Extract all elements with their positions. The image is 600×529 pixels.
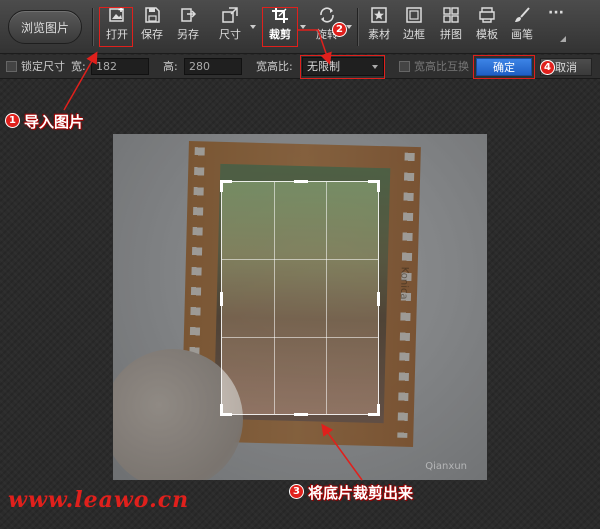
save-as-button[interactable]: 另存: [170, 6, 206, 48]
highlight-confirm: [473, 55, 535, 79]
lock-size-label: 锁定尺寸: [21, 60, 65, 73]
brush-button[interactable]: 画笔: [504, 6, 540, 48]
swap-ratio-checkbox[interactable]: [399, 61, 410, 72]
save-as-label: 另存: [177, 28, 199, 41]
crop-grid-line: [222, 259, 378, 261]
frame-icon: [406, 7, 422, 23]
crop-handle-top-right[interactable]: [368, 180, 380, 192]
height-input[interactable]: [184, 58, 242, 75]
toolbar-separator: [357, 8, 358, 46]
crop-mask-right: [379, 134, 487, 480]
step-4-badge: 4: [540, 60, 555, 75]
resize-icon: [222, 7, 238, 23]
crop-handle-left[interactable]: [220, 292, 223, 306]
more-label: ···: [548, 5, 564, 21]
crop-dropdown-arrow[interactable]: [300, 25, 306, 29]
step-2-badge: 2: [332, 22, 347, 37]
width-input[interactable]: [91, 58, 149, 75]
width-label: 宽:: [71, 60, 86, 73]
highlight-crop: [262, 7, 298, 47]
material-button[interactable]: 素材: [361, 6, 397, 48]
save-as-icon: [181, 8, 197, 22]
crop-mask-top: [221, 134, 379, 181]
crop-handle-right[interactable]: [377, 292, 380, 306]
crop-handle-top-left[interactable]: [220, 180, 232, 192]
crop-grid-line: [325, 182, 327, 414]
crop-handle-bottom-right[interactable]: [368, 404, 380, 416]
brush-label: 画笔: [511, 28, 533, 41]
save-icon: [145, 7, 160, 23]
highlight-open: [99, 7, 133, 47]
photo-watermark: Qianxun: [425, 461, 467, 472]
collage-label: 拼图: [440, 28, 462, 41]
save-label: 保存: [141, 28, 163, 41]
step-3-text: 将底片裁剪出来: [308, 484, 414, 502]
crop-handle-bottom-left[interactable]: [220, 404, 232, 416]
crop-mask-left: [113, 134, 221, 480]
template-icon: [479, 7, 495, 23]
step-1-text: 导入图片: [24, 113, 85, 131]
crop-mask-bottom: [221, 415, 379, 480]
border-button[interactable]: 边框: [396, 6, 432, 48]
lock-size-checkbox[interactable]: [6, 61, 17, 72]
browse-images-button[interactable]: 浏览图片: [8, 10, 82, 44]
step-3-badge: 3: [289, 484, 304, 499]
main-toolbar: 浏览图片 打开 保存 另存 尺寸 裁剪 旋转 素材 边框 拼图 模板 画笔 ··…: [0, 0, 600, 54]
step-1-badge: 1: [5, 113, 20, 128]
material-label: 素材: [368, 28, 390, 41]
crop-grid-line: [273, 182, 275, 414]
crop-selection-box[interactable]: [220, 180, 380, 416]
border-label: 边框: [403, 28, 425, 41]
crop-handle-bottom[interactable]: [294, 413, 308, 416]
toolbar-separator: [92, 8, 93, 46]
rotate-icon: [320, 7, 334, 23]
save-button[interactable]: 保存: [134, 6, 170, 48]
size-button[interactable]: 尺寸: [212, 6, 248, 48]
collage-button[interactable]: 拼图: [433, 6, 469, 48]
brush-icon: [515, 7, 530, 22]
size-label: 尺寸: [219, 28, 241, 41]
more-tools-button[interactable]: ···: [538, 6, 574, 48]
site-watermark: www.leawo.cn: [8, 487, 190, 513]
swap-ratio-label: 宽高比互换: [414, 60, 469, 73]
size-dropdown-arrow[interactable]: [250, 25, 256, 29]
crop-grid-line: [222, 336, 378, 338]
crop-handle-top[interactable]: [294, 180, 308, 183]
grid-icon: [443, 7, 459, 23]
highlight-ratio: [300, 55, 385, 79]
template-button[interactable]: 模板: [469, 6, 505, 48]
template-label: 模板: [476, 28, 498, 41]
height-label: 高:: [163, 60, 178, 73]
star-icon: [371, 7, 387, 23]
expand-corner-icon[interactable]: [560, 36, 566, 42]
photo-canvas[interactable]: Konica Qianxun: [113, 134, 487, 480]
aspect-ratio-label: 宽高比:: [256, 60, 293, 73]
